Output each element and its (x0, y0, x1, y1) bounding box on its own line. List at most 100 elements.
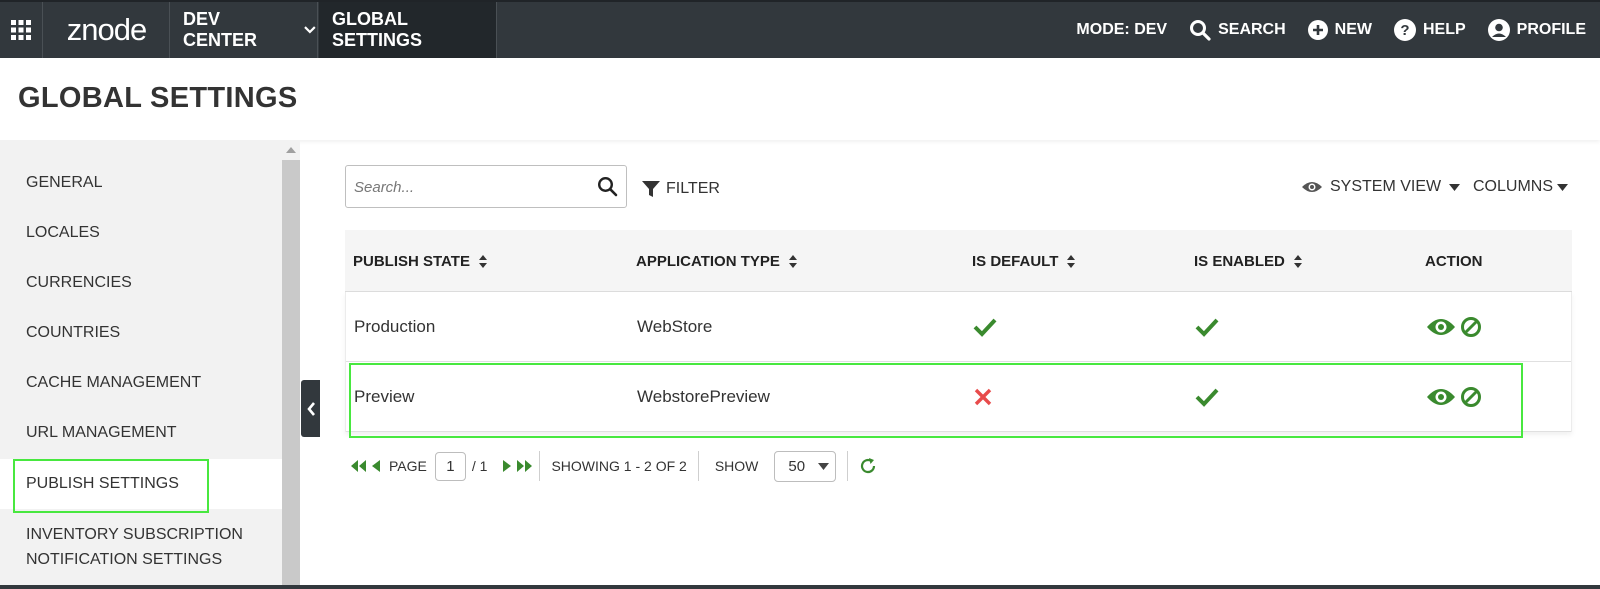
next-page-icon[interactable] (503, 460, 512, 472)
filter-label: FILTER (666, 180, 720, 197)
column-header-label: ACTION (1425, 252, 1483, 270)
search-nav-label: SEARCH (1218, 21, 1286, 38)
column-header-action: ACTION (1425, 230, 1483, 292)
top-navbar: znode DEV CENTER GLOBAL SETTINGS MODE: D… (0, 0, 1600, 58)
sidebar-item-label: URL MANAGEMENT (26, 424, 177, 441)
eye-icon (1302, 182, 1322, 192)
plus-circle-icon (1307, 20, 1328, 40)
sidebar-item-cache-management[interactable]: CACHE MANAGEMENT (0, 358, 282, 408)
table-row[interactable]: Preview WebstorePreview (346, 362, 1571, 432)
cell-is-enabled (1195, 292, 1219, 362)
sidebar-item-currencies[interactable]: CURRENCIES (0, 258, 282, 308)
sidebar-item-url-management[interactable]: URL MANAGEMENT (0, 408, 282, 458)
page-number-input[interactable]: 1 (434, 451, 466, 481)
sort-icon (1067, 254, 1076, 268)
global-settings-tab[interactable]: GLOBAL SETTINGS (319, 2, 497, 58)
cell-application-type: WebstorePreview (637, 387, 770, 406)
last-page-icon[interactable] (517, 460, 533, 472)
caret-down-icon (1449, 183, 1461, 191)
svg-text:?: ? (1400, 22, 1409, 39)
cell-is-enabled (1195, 362, 1219, 432)
new-button[interactable]: NEW (1307, 20, 1372, 40)
divider (539, 451, 541, 481)
sort-icon (1293, 254, 1302, 268)
column-header-label: PUBLISH STATE (353, 252, 470, 270)
mode-label: MODE: DEV (1076, 21, 1168, 38)
collapse-sidebar-button[interactable] (301, 380, 320, 437)
search-nav-button[interactable]: SEARCH (1189, 19, 1286, 41)
view-eye-icon[interactable] (1426, 317, 1456, 337)
columns-dropdown[interactable]: COLUMNS (1473, 178, 1569, 196)
sidebar-item-inventory-subscription[interactable]: INVENTORY SUBSCRIPTION NOTIFICATION SETT… (0, 520, 282, 580)
system-view-dropdown[interactable]: SYSTEM VIEW (1302, 178, 1461, 196)
dev-center-label: DEV CENTER (183, 9, 258, 50)
sidebar-item-label: COUNTRIES (26, 324, 121, 341)
sort-icon (478, 254, 487, 268)
new-label: NEW (1334, 21, 1372, 38)
page-label: PAGE (389, 458, 427, 474)
divider (697, 451, 699, 481)
cell-publish-state: Production (354, 317, 436, 336)
column-header-is-enabled[interactable]: IS ENABLED (1194, 230, 1302, 292)
bottom-bar (0, 585, 1600, 589)
filter-icon (642, 181, 660, 197)
chevron-left-icon (306, 401, 315, 416)
search-icon[interactable] (597, 176, 618, 202)
cell-action (1426, 362, 1482, 432)
profile-label: PROFILE (1516, 21, 1586, 38)
column-header-application-type[interactable]: APPLICATION TYPE (636, 230, 797, 292)
column-header-label: IS ENABLED (1194, 252, 1285, 270)
page-header: GLOBAL SETTINGS (0, 58, 1600, 140)
cell-publish-state: Preview (354, 387, 415, 406)
disable-icon[interactable] (1460, 316, 1482, 338)
help-button[interactable]: ? HELP (1393, 19, 1466, 41)
app-grid-icon[interactable] (0, 2, 43, 58)
search-box (345, 165, 627, 208)
table-row[interactable]: Production WebStore (346, 292, 1571, 362)
sidebar-item-general[interactable]: GENERAL (0, 158, 282, 208)
cell-action (1426, 292, 1482, 362)
help-circle-icon: ? (1393, 19, 1416, 41)
sidebar-item-label: PUBLISH SETTINGS (26, 475, 179, 492)
cell-is-default (973, 292, 997, 362)
column-header-label: IS DEFAULT (972, 252, 1059, 270)
profile-button[interactable]: PROFILE (1487, 19, 1586, 41)
cell-is-default (973, 362, 993, 432)
show-label: SHOW (714, 458, 759, 474)
znode-logo[interactable]: znode (44, 2, 170, 58)
cell-application-type: WebStore (637, 317, 713, 336)
sidebar-item-label: INVENTORY SUBSCRIPTION (26, 526, 243, 543)
columns-label: COLUMNS (1473, 178, 1554, 195)
column-header-is-default[interactable]: IS DEFAULT (972, 230, 1076, 292)
mode-indicator: MODE: DEV (1076, 21, 1167, 39)
check-icon (1195, 318, 1219, 337)
filter-button[interactable]: FILTER (642, 180, 720, 198)
search-input[interactable] (354, 176, 584, 198)
cross-icon (974, 388, 992, 406)
current-page-value: 1 (446, 457, 455, 475)
view-eye-icon[interactable] (1426, 387, 1456, 407)
refresh-icon[interactable] (859, 457, 877, 475)
prev-page-icon[interactable] (372, 460, 380, 472)
first-page-icon[interactable] (351, 460, 366, 472)
sidebar-item-label: GENERAL (26, 174, 103, 191)
divider (847, 451, 849, 481)
table-body: Production WebStore Preview WebstorePrev… (345, 292, 1572, 432)
page-title: GLOBAL SETTINGS (18, 82, 298, 114)
sort-icon (788, 254, 797, 268)
table-header: PUBLISH STATE APPLICATION TYPE IS DEFAUL… (345, 230, 1572, 292)
caret-down-icon (818, 462, 830, 470)
sidebar-item-countries[interactable]: COUNTRIES (0, 308, 282, 358)
sidebar-item-locales[interactable]: LOCALES (0, 208, 282, 258)
column-header-publish-state[interactable]: PUBLISH STATE (353, 230, 487, 292)
sidebar-item-label: CURRENCIES (26, 274, 132, 291)
disable-icon[interactable] (1460, 386, 1482, 408)
dev-center-menu[interactable]: DEV CENTER (171, 2, 318, 58)
chevron-down-icon (304, 26, 316, 34)
sidebar-item-publish-settings[interactable]: PUBLISH SETTINGS (0, 459, 282, 509)
sidebar-scrollbar[interactable] (282, 140, 300, 586)
page-size-select[interactable]: 50 (774, 450, 837, 482)
showing-count: SHOWING 1 - 2 OF 2 (551, 458, 687, 474)
page-size-value: 50 (788, 457, 806, 475)
scroll-up-arrow-icon[interactable] (282, 140, 300, 160)
